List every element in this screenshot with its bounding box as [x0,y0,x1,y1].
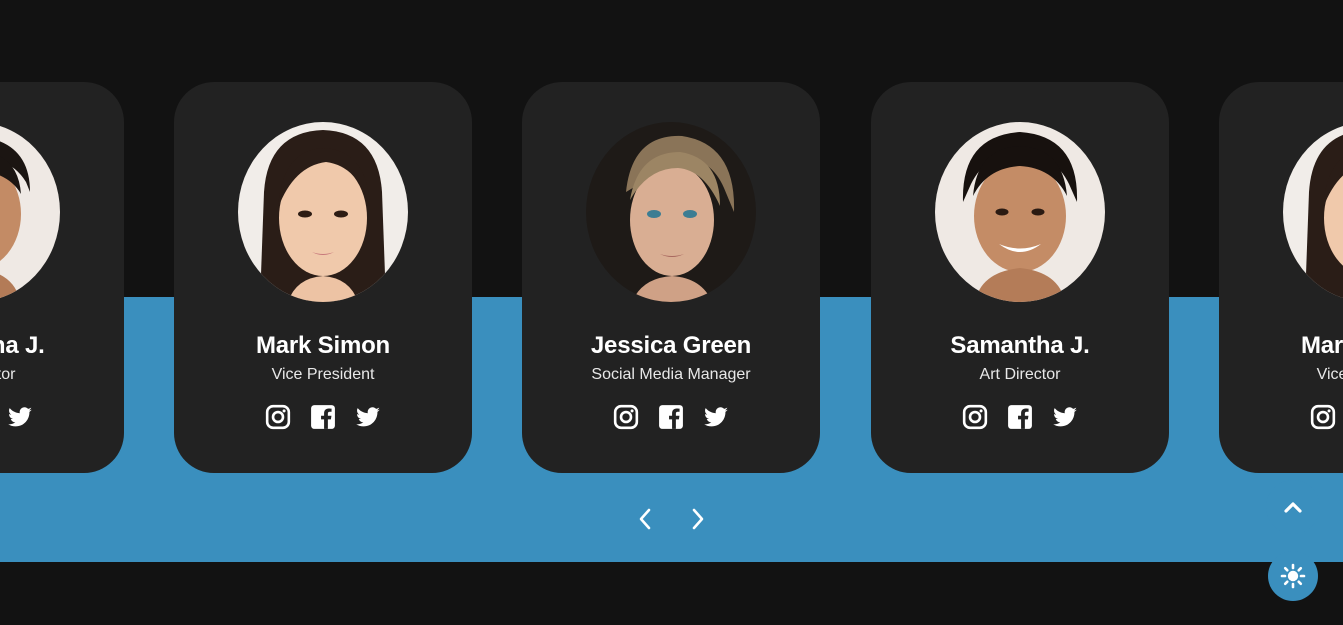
member-avatar [0,122,60,302]
member-role: Art Director [0,366,16,383]
member-name: Jessica Green [590,332,752,359]
social-links [871,404,1169,430]
facebook-icon[interactable] [658,404,684,430]
instagram-icon[interactable] [265,404,291,430]
member-role: Social Media Manager [591,366,751,383]
team-card: Mark Simon Vice President [174,82,472,473]
social-links [174,404,472,430]
social-links [0,404,124,430]
team-card: Samantha J. Art Director [0,82,124,473]
team-card: Samantha J. Art Director [871,82,1169,473]
instagram-icon[interactable] [962,404,988,430]
member-role: Vice President [271,366,375,383]
team-card: Mark Simon Vice President [1219,82,1343,473]
chevron-right-icon [692,508,704,530]
chevron-up-icon [1284,502,1302,513]
member-avatar [1283,122,1343,302]
slider-prev-button[interactable] [631,505,659,533]
social-links [522,404,820,430]
twitter-icon[interactable] [1052,404,1078,430]
member-avatar [238,122,408,302]
member-role: Vice President [1316,366,1343,383]
chevron-left-icon [639,508,651,530]
slider-next-button[interactable] [684,505,712,533]
twitter-icon[interactable] [355,404,381,430]
team-card: Jessica Green Social Media Manager [522,82,820,473]
member-avatar [935,122,1105,302]
facebook-icon[interactable] [1007,404,1033,430]
facebook-icon[interactable] [310,404,336,430]
scroll-to-top-button[interactable] [1266,480,1320,534]
instagram-icon[interactable] [1310,404,1336,430]
social-links [1219,404,1343,430]
member-name: Mark Simon [255,332,391,359]
team-section: Samantha J. Art Director [0,0,1343,625]
twitter-icon[interactable] [703,404,729,430]
instagram-icon[interactable] [613,404,639,430]
theme-toggle-button[interactable] [1268,551,1318,601]
member-name: Mark Simon [1300,332,1343,359]
sun-icon [1280,563,1306,589]
member-name: Samantha J. [0,332,45,359]
member-avatar [586,122,756,302]
member-role: Art Director [979,366,1061,383]
twitter-icon[interactable] [7,404,33,430]
member-name: Samantha J. [950,332,1090,359]
